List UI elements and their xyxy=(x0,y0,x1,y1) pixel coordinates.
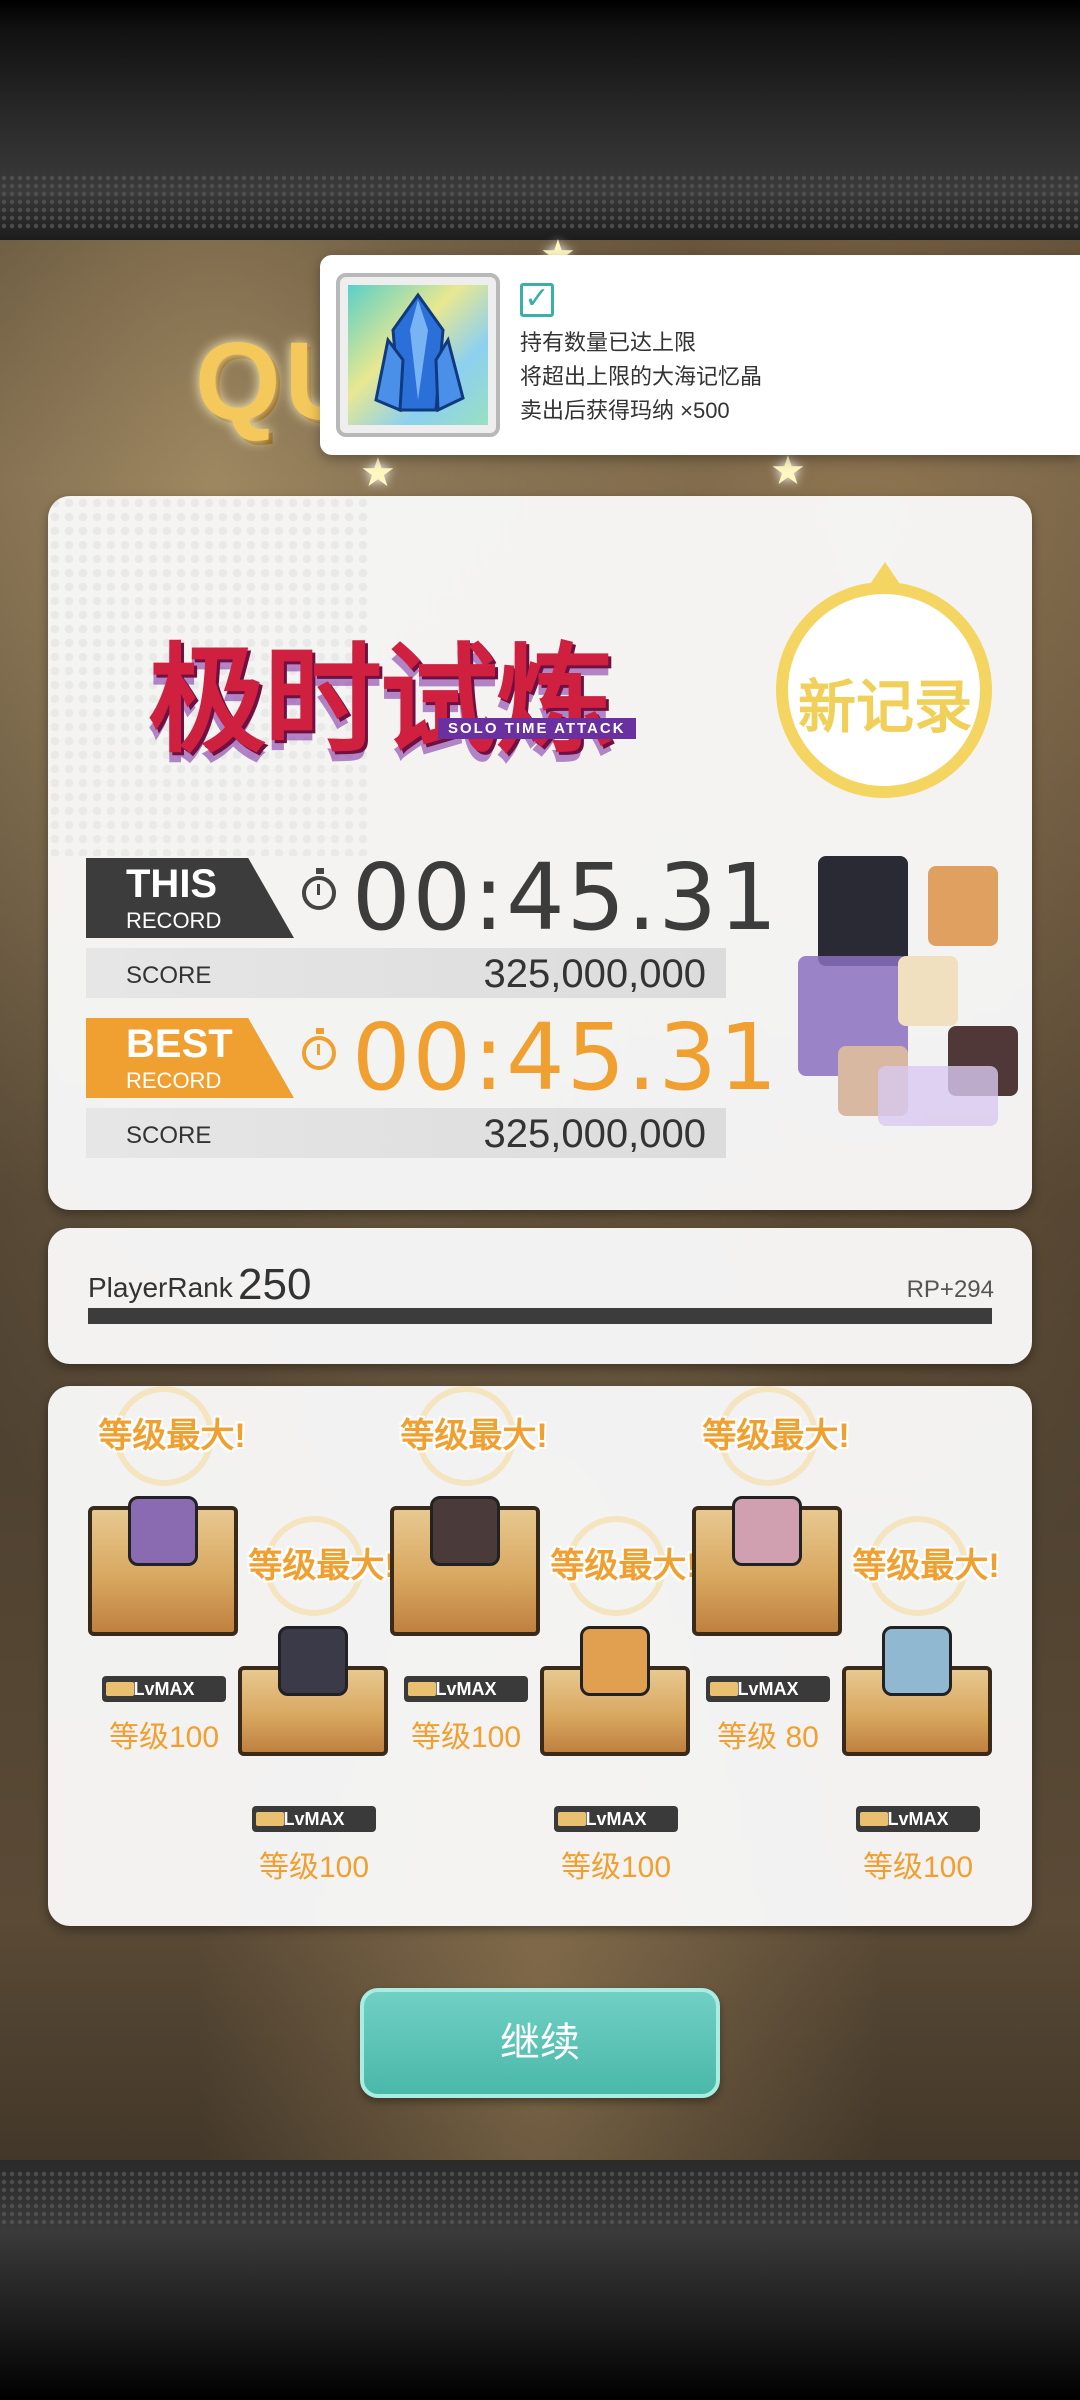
this-score-bar: SCORE 325,000,000 xyxy=(86,948,726,998)
character-avatar xyxy=(882,1626,952,1696)
character-avatar xyxy=(430,1496,500,1566)
stopwatch-icon xyxy=(302,868,336,910)
player-rank-value: 250 xyxy=(238,1260,312,1309)
character-level: 等级100 xyxy=(108,1721,220,1754)
bottom-banner xyxy=(0,2160,1080,2400)
character-level-card: 等级最大! LvMAX 等级100 等级最大! LvMAX 等级100 等级最大! LvMAX… xyxy=(48,1386,1032,1926)
character-avatar xyxy=(580,1626,650,1696)
notification-line-3: 卖出后获得玛纳 ×500 xyxy=(520,398,730,423)
party-characters-art xyxy=(738,846,1032,1186)
lv-max-badge: LvMAX xyxy=(856,1806,980,1832)
character-level: 等级 80 xyxy=(717,1721,819,1754)
rank-progress-bar xyxy=(88,1308,992,1324)
character-sprite xyxy=(928,866,998,946)
best-score-bar: SCORE 325,000,000 xyxy=(86,1108,726,1158)
character-level: 等级100 xyxy=(560,1851,672,1884)
new-record-badge: 新记录 xyxy=(770,562,1000,802)
character-level: 等级100 xyxy=(410,1721,522,1754)
character-slot: 等级最大! LvMAX 等级100 xyxy=(842,1516,1012,1896)
checkbox-checked-icon[interactable]: ✓ xyxy=(520,283,554,317)
character-slot: 等级最大! LvMAX 等级100 xyxy=(540,1516,710,1896)
item-limit-notification[interactable]: ✓ 持有数量已达上限 将超出上限的大海记忆晶 卖出后获得玛纳 ×500 xyxy=(320,255,1080,455)
character-sprite xyxy=(878,1066,998,1126)
lv-max-badge: LvMAX xyxy=(252,1806,376,1832)
this-score-value: 325,000,000 xyxy=(483,952,706,996)
blue-crystal-icon xyxy=(348,285,488,425)
mode-subtitle: SOLO TIME ATTACK xyxy=(438,718,636,739)
level-max-label: 等级最大! xyxy=(98,1417,246,1455)
lv-max-badge: LvMAX xyxy=(706,1676,830,1702)
level-max-label: 等级最大! xyxy=(702,1417,850,1455)
continue-button[interactable]: 继续 xyxy=(360,1988,720,2098)
lv-max-badge: LvMAX xyxy=(404,1676,528,1702)
character-slot: 等级最大! LvMAX 等级100 xyxy=(238,1516,408,1896)
lv-max-badge: LvMAX xyxy=(554,1806,678,1832)
notification-line-2: 将超出上限的大海记忆晶 xyxy=(520,364,763,389)
character-avatar xyxy=(278,1626,348,1696)
best-record-time: 00:45.31 xyxy=(352,1004,780,1111)
level-max-label: 等级最大! xyxy=(852,1547,1000,1585)
player-rank-label: PlayerRank xyxy=(88,1272,233,1303)
best-record-label: BEST RECORD xyxy=(86,1018,294,1098)
best-score-value: 325,000,000 xyxy=(483,1112,706,1156)
character-sprite xyxy=(898,956,958,1026)
level-max-label: 等级最大! xyxy=(248,1547,396,1585)
record-card: 极时试炼 SOLO TIME ATTACK 新记录 THIS RECORD 00… xyxy=(48,496,1032,1210)
this-record-time: 00:45.31 xyxy=(352,844,780,951)
character-level: 等级100 xyxy=(862,1851,974,1884)
level-max-label: 等级最大! xyxy=(550,1547,698,1585)
character-avatar xyxy=(128,1496,198,1566)
character-sprite xyxy=(818,856,908,966)
character-level: 等级100 xyxy=(258,1851,370,1884)
level-max-label: 等级最大! xyxy=(400,1417,548,1455)
this-record-label: THIS RECORD xyxy=(86,858,294,938)
rank-points-gained: RP+294 xyxy=(906,1276,994,1303)
stopwatch-icon xyxy=(302,1028,336,1070)
item-frame xyxy=(336,273,500,437)
sparkle-icon: ★ xyxy=(360,451,396,495)
notification-line-1: 持有数量已达上限 xyxy=(520,330,697,355)
character-avatar xyxy=(732,1496,802,1566)
player-rank-card: PlayerRank 250 RP+294 xyxy=(48,1228,1032,1364)
top-banner xyxy=(0,0,1080,240)
lv-max-badge: LvMAX xyxy=(102,1676,226,1702)
mode-title: 极时试炼 xyxy=(148,631,614,769)
